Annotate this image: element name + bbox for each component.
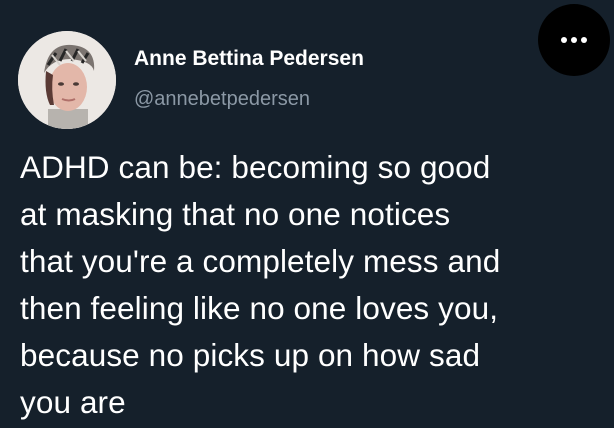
tweet-text-line: that you're a completely mess and [20, 243, 501, 279]
tweet-text-line: because no picks up on how sad [20, 337, 481, 373]
more-horizontal-icon [561, 37, 587, 43]
tweet-card: Anne Bettina Pedersen @annebetpedersen A… [0, 0, 614, 428]
more-options-button[interactable] [538, 4, 610, 76]
tweet-text-line: at masking that no one notices [20, 196, 451, 232]
tweet-text-line: ADHD can be: becoming so good [20, 149, 491, 185]
tweet-text-line: then feeling like no one loves you, [20, 290, 499, 326]
tweet-text: ADHD can be: becoming so good at masking… [20, 144, 600, 426]
author-handle[interactable]: @annebetpedersen [134, 88, 310, 111]
avatar[interactable] [18, 31, 116, 129]
author-display-name[interactable]: Anne Bettina Pedersen [134, 47, 364, 71]
tweet-text-line: you are [20, 384, 126, 420]
profile-photo-icon [18, 31, 116, 129]
